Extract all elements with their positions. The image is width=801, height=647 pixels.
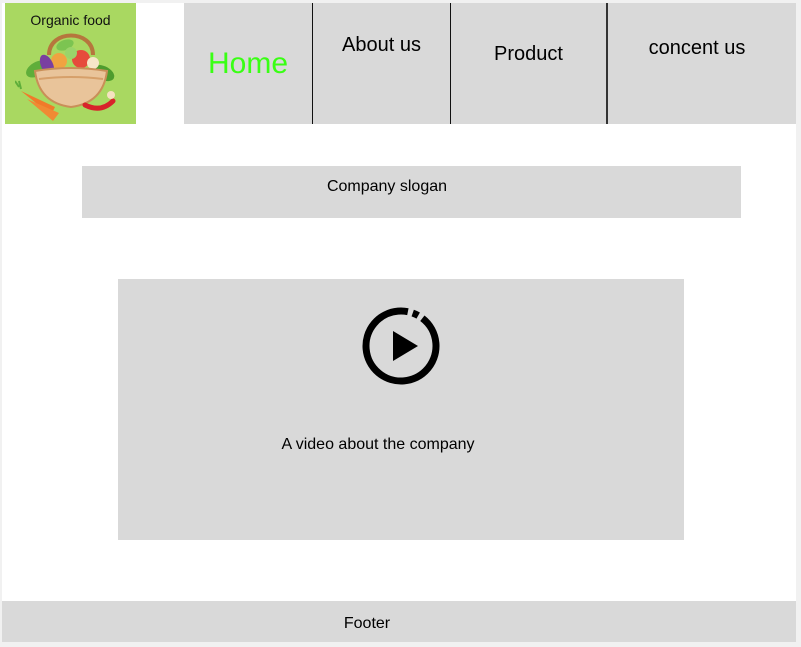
nav-item-label: concent us <box>648 37 746 59</box>
vegetable-basket-icon <box>15 33 116 121</box>
page: Organic food Home About us Product conce… <box>0 0 801 647</box>
frame-edge <box>0 0 2 647</box>
nav-item-contact-us[interactable]: concent us <box>608 3 786 124</box>
slogan-text: Company slogan <box>326 178 448 195</box>
nav-item-label: Product <box>494 43 563 65</box>
nav-item-label: About us <box>342 34 421 56</box>
main-nav: Home About us Product concent us <box>184 3 796 124</box>
play-circle-icon[interactable] <box>360 305 442 387</box>
footer: Footer <box>2 601 796 642</box>
frame-edge <box>796 0 801 647</box>
nav-item-about-us[interactable]: About us <box>313 3 450 124</box>
nav-item-home[interactable]: Home <box>184 3 312 124</box>
frame-edge <box>0 642 801 647</box>
slogan-banner: Company slogan <box>82 166 741 218</box>
nav-item-label: Home <box>207 46 289 80</box>
video-caption: A video about the company <box>281 436 475 453</box>
video-player[interactable]: A video about the company <box>118 279 684 540</box>
nav-item-product[interactable]: Product <box>451 3 606 124</box>
logo[interactable]: Organic food <box>5 3 136 124</box>
footer-text: Footer <box>343 615 391 632</box>
